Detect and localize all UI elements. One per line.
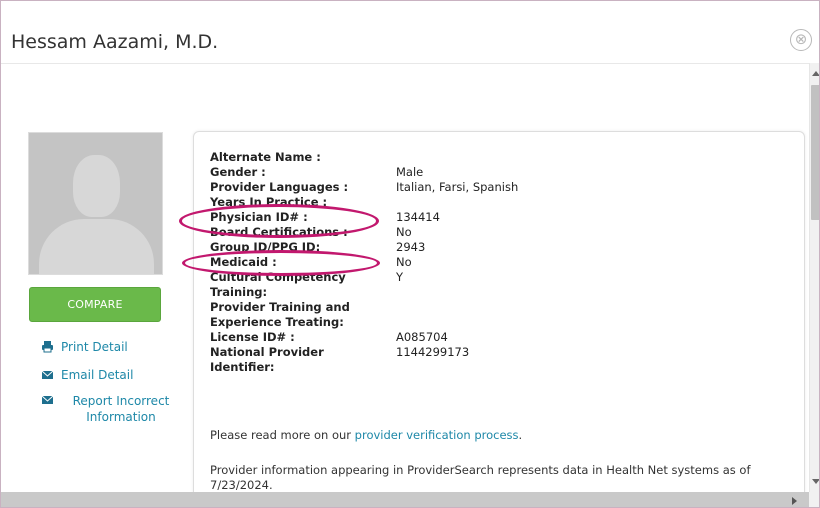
detail-label: License ID# : bbox=[210, 330, 295, 344]
avatar-head-shape bbox=[73, 155, 120, 217]
detail-label: Cultural Competency Training: bbox=[210, 270, 346, 299]
detail-label: Years In Practice : bbox=[210, 195, 328, 209]
print-detail-link[interactable]: Print Detail bbox=[41, 340, 128, 354]
detail-row: Years In Practice : bbox=[210, 195, 518, 210]
detail-value: Male bbox=[396, 165, 424, 179]
detail-label: Board Certifications : bbox=[210, 225, 348, 239]
detail-value: No bbox=[396, 255, 412, 269]
envelope-icon bbox=[41, 368, 55, 382]
verification-prefix: Please read more on our bbox=[210, 428, 355, 442]
print-detail-label: Print Detail bbox=[61, 340, 128, 354]
scrollbar-corner bbox=[809, 492, 819, 507]
detail-label: Alternate Name : bbox=[210, 150, 321, 164]
avatar bbox=[28, 132, 163, 275]
detail-row: License ID# : A085704 bbox=[210, 330, 518, 345]
detail-row: Cultural Competency Training: Y bbox=[210, 270, 518, 300]
detail-label: Medicaid : bbox=[210, 255, 277, 269]
header-divider bbox=[1, 63, 809, 123]
detail-value: 2943 bbox=[396, 240, 426, 254]
detail-value: 134414 bbox=[396, 210, 440, 224]
detail-row: Gender : Male bbox=[210, 165, 518, 180]
provider-details-list: Alternate Name : Gender : Male Provider L… bbox=[210, 150, 518, 375]
detail-value: Y bbox=[396, 270, 404, 284]
detail-row: Medicaid : No bbox=[210, 255, 518, 270]
detail-value: 1144299173 bbox=[396, 345, 470, 359]
detail-row: Provider Training and Experience Treatin… bbox=[210, 300, 518, 330]
detail-row: Provider Languages : Italian, Farsi, Span… bbox=[210, 180, 518, 195]
scroll-up-icon[interactable] bbox=[812, 71, 819, 76]
report-incorrect-information-link[interactable]: Report Incorrect Information bbox=[41, 393, 181, 425]
detail-value: Italian, Farsi, Spanish bbox=[396, 180, 519, 194]
provider-detail-modal: Hessam Aazami, M.D. ⊗ COMPARE Print Deta… bbox=[0, 0, 820, 508]
detail-label: Provider Training and Experience Treatin… bbox=[210, 300, 350, 329]
detail-row: Alternate Name : bbox=[210, 150, 518, 165]
page-title: Hessam Aazami, M.D. bbox=[11, 31, 219, 53]
email-detail-label: Email Detail bbox=[61, 368, 134, 382]
verification-note: Please read more on our provider verific… bbox=[210, 428, 522, 442]
detail-row: Group ID/PPG ID: 2943 bbox=[210, 240, 518, 255]
envelope-icon bbox=[41, 393, 55, 407]
detail-label: Provider Languages : bbox=[210, 180, 349, 194]
detail-label: Gender : bbox=[210, 165, 266, 179]
detail-row: National Provider Identifier: 1144299173 bbox=[210, 345, 518, 375]
detail-value: No bbox=[396, 225, 412, 239]
scrollbar-thumb[interactable] bbox=[811, 85, 819, 220]
vertical-scrollbar[interactable] bbox=[809, 63, 819, 492]
scroll-right-icon[interactable] bbox=[792, 497, 797, 505]
printer-icon bbox=[41, 340, 55, 354]
report-incorrect-information-label: Report Incorrect Information bbox=[72, 394, 170, 424]
data-notice: Provider information appearing in Provid… bbox=[210, 463, 751, 492]
detail-row: Physician ID# : 134414 bbox=[210, 210, 518, 225]
detail-value: A085704 bbox=[396, 330, 448, 344]
scroll-down-icon[interactable] bbox=[812, 479, 819, 484]
compare-button[interactable]: COMPARE bbox=[29, 287, 161, 322]
verification-suffix: . bbox=[518, 428, 523, 442]
provider-verification-link[interactable]: provider verification process bbox=[355, 428, 519, 442]
detail-row: Board Certifications : No bbox=[210, 225, 518, 240]
email-detail-link[interactable]: Email Detail bbox=[41, 368, 133, 382]
close-icon[interactable]: ⊗ bbox=[790, 29, 812, 51]
detail-label: Group ID/PPG ID: bbox=[210, 240, 321, 254]
horizontal-scrollbar[interactable] bbox=[1, 492, 809, 507]
detail-label: National Provider Identifier: bbox=[210, 345, 324, 374]
detail-label: Physician ID# : bbox=[210, 210, 308, 224]
avatar-body-shape bbox=[39, 219, 154, 274]
